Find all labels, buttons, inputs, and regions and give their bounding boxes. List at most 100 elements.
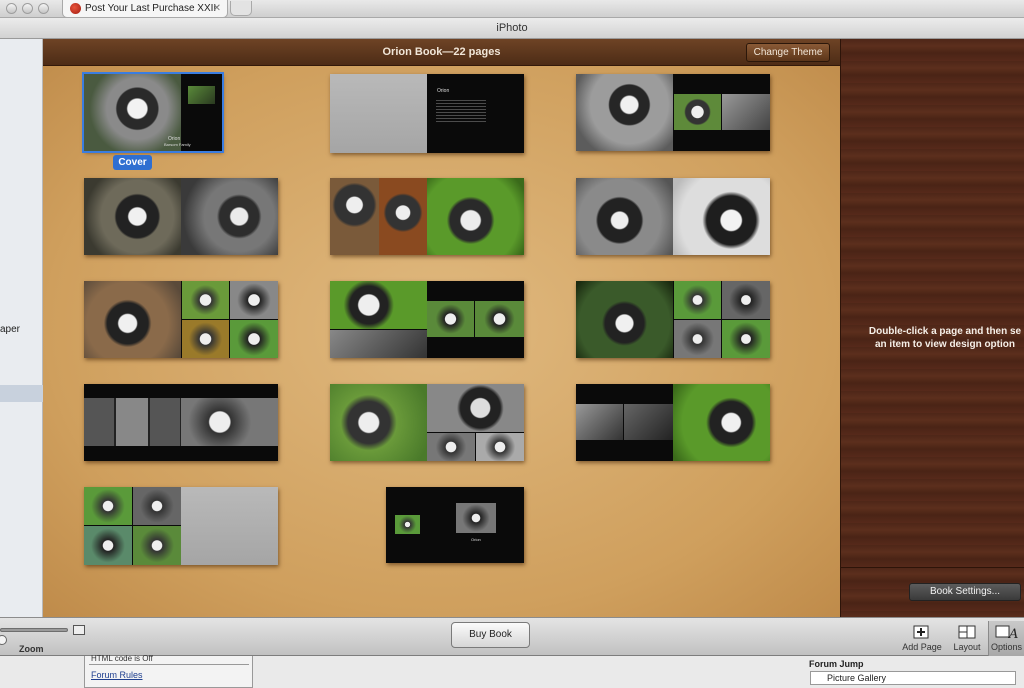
design-hint-text: Double-click a page and then se an item …	[868, 326, 1022, 350]
page-photo	[379, 178, 427, 255]
book-page-spread[interactable]	[84, 487, 278, 565]
page-photo	[84, 74, 181, 151]
page-photo	[476, 433, 524, 461]
browser-tab-strip: Post Your Last Purchase XXII ✕	[0, 0, 1024, 18]
apple-favicon-icon	[70, 3, 81, 14]
page-photo	[188, 86, 215, 104]
book-page-spread[interactable]	[576, 384, 770, 461]
blank-page	[181, 487, 278, 565]
page-photo	[330, 384, 427, 461]
page-photo	[722, 281, 770, 319]
book-page-spread[interactable]	[576, 281, 770, 358]
page-photo	[674, 281, 721, 319]
zoom-label: Zoom	[19, 644, 44, 654]
design-options-panel: Double-click a page and then se an item …	[840, 39, 1024, 617]
page-photo	[722, 320, 770, 358]
page-photo	[181, 398, 278, 446]
buy-book-button[interactable]: Buy Book	[451, 622, 530, 648]
page-photo	[84, 178, 181, 255]
book-page-cover[interactable]: Orion Barsom Family	[82, 72, 224, 153]
page-photo	[395, 515, 420, 534]
page-photo	[722, 94, 770, 130]
forum-page-footer: HTML code is Off Forum Rules Forum Jump …	[0, 654, 1024, 688]
browser-tab-title: Post Your Last Purchase XXII	[85, 3, 217, 14]
book-page-spread[interactable]	[330, 384, 524, 461]
blank-page	[330, 74, 427, 153]
back-cover-caption: Orion	[471, 537, 481, 542]
book-page-spread[interactable]: Orion	[330, 74, 524, 153]
page-photo	[427, 178, 524, 255]
page-photo	[84, 281, 181, 358]
bottom-toolbar: Zoom Buy Book Add Page Layout A Options	[0, 617, 1024, 656]
page-photo	[427, 384, 524, 432]
page-photo	[456, 503, 496, 533]
options-label: Options	[990, 642, 1023, 652]
cover-sub-text: Barsom Family	[164, 142, 191, 147]
page-photo	[230, 320, 278, 358]
zoom-slider[interactable]	[0, 628, 68, 645]
new-tab-button[interactable]	[230, 1, 252, 16]
book-page-spread[interactable]	[576, 74, 770, 151]
page-photo	[674, 320, 721, 358]
book-settings-button[interactable]: Book Settings...	[909, 583, 1021, 601]
page-photo	[673, 384, 770, 461]
layout-button[interactable]: Layout	[948, 621, 986, 656]
book-pages-view: Orion Book—22 pages Change Theme Orion B…	[43, 39, 840, 617]
cover-label: Cover	[113, 155, 152, 170]
close-window-icon[interactable]	[6, 3, 17, 14]
page-photo	[182, 320, 229, 358]
page-photo	[230, 281, 278, 319]
page-photo	[133, 487, 181, 525]
page-text-block	[436, 100, 486, 122]
book-page-spread[interactable]	[576, 178, 770, 255]
page-photo	[475, 301, 524, 337]
book-page-spread[interactable]	[84, 281, 278, 358]
sidebar-selected-item[interactable]	[0, 385, 43, 402]
add-page-icon	[913, 625, 929, 639]
book-page-spread[interactable]	[330, 178, 524, 255]
options-icon: A	[995, 625, 1018, 640]
book-page-spread[interactable]	[84, 384, 278, 461]
forum-jump-select[interactable]: Picture Gallery	[810, 671, 1016, 685]
change-theme-button[interactable]: Change Theme	[746, 43, 830, 62]
sidebar-item-label[interactable]: aper	[0, 324, 20, 335]
page-photo	[576, 74, 673, 151]
browser-tab[interactable]: Post Your Last Purchase XXII ✕	[62, 0, 228, 18]
source-sidebar[interactable]: aper	[0, 39, 43, 617]
book-header: Orion Book—22 pages Change Theme	[43, 39, 840, 66]
page-title-text: Orion	[437, 88, 450, 94]
window-title: iPhoto	[496, 22, 528, 34]
page-photo	[576, 404, 623, 440]
forum-rules-link[interactable]: Forum Rules	[91, 670, 143, 680]
window-title-bar: iPhoto	[0, 18, 1024, 39]
page-photo	[133, 526, 181, 565]
tab-close-icon[interactable]: ✕	[213, 3, 221, 14]
forum-jump-label: Forum Jump	[809, 659, 864, 669]
add-page-button[interactable]: Add Page	[899, 621, 945, 656]
forum-rules-box: HTML code is Off Forum Rules	[84, 654, 253, 688]
options-button[interactable]: A Options	[988, 621, 1024, 656]
page-photo	[576, 178, 673, 255]
divider	[89, 664, 249, 665]
zoom-window-icon[interactable]	[38, 3, 49, 14]
page-photo	[84, 487, 132, 525]
page-photo	[181, 178, 278, 255]
page-photo	[427, 433, 475, 461]
page-photo	[674, 94, 721, 130]
add-page-label: Add Page	[902, 642, 942, 652]
layout-label: Layout	[953, 642, 981, 652]
page-photo	[182, 281, 229, 319]
book-title: Orion Book—22 pages	[382, 46, 501, 58]
page-photo	[673, 178, 770, 255]
layout-icon	[958, 625, 976, 639]
book-page-spread[interactable]	[84, 178, 278, 255]
zoom-slider-handle[interactable]	[0, 635, 7, 645]
minimize-window-icon[interactable]	[22, 3, 33, 14]
svg-text:A: A	[1008, 627, 1018, 640]
page-photo	[427, 301, 474, 337]
book-page-back-cover[interactable]: Orion	[386, 487, 524, 563]
page-photo	[84, 398, 181, 446]
page-photo	[330, 281, 427, 329]
book-page-spread[interactable]	[330, 281, 524, 358]
zoom-large-icon[interactable]	[73, 625, 85, 635]
